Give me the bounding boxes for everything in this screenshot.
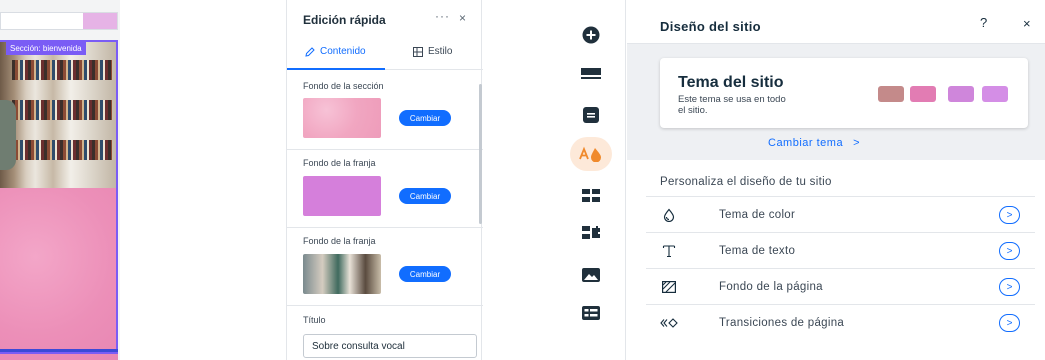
help-icon[interactable]: ? <box>980 15 987 30</box>
option-label: Tema de texto <box>719 245 796 257</box>
quick-edit-content: Fondo de la sección Cambiar Fondo de la … <box>287 72 483 360</box>
pages-button[interactable] <box>570 98 612 132</box>
quick-edit-panel: Edición rápida ··· × Contenido Estilo Fo… <box>286 0 483 360</box>
menus-button[interactable] <box>570 56 612 90</box>
more-options-icon[interactable]: ··· <box>435 9 450 23</box>
close-icon[interactable]: × <box>1023 16 1031 31</box>
option-label: Transiciones de página <box>719 317 845 329</box>
section-selection-frame <box>0 40 118 354</box>
droplet-icon <box>660 207 678 223</box>
apps-button[interactable] <box>570 179 612 213</box>
puzzle-icon <box>582 226 600 239</box>
customize-heading: Personaliza el diseño de tu sitio <box>660 176 832 188</box>
title-field-label: Título <box>303 315 326 325</box>
theme-name: Tema del sitio <box>678 74 784 91</box>
chevron-right-icon[interactable]: > <box>999 278 1020 296</box>
setting-label: Fondo de la franja <box>303 236 376 246</box>
theme-paint-icon <box>579 146 601 162</box>
close-icon[interactable]: × <box>459 11 466 25</box>
option-color-theme[interactable]: Tema de color > <box>646 196 1035 232</box>
quick-edit-header: Edición rápida ··· × <box>287 0 483 38</box>
option-page-transitions[interactable]: Transiciones de página > <box>646 304 1035 340</box>
page-background-icon <box>660 279 678 295</box>
change-button[interactable]: Cambiar <box>399 110 451 126</box>
transitions-icon <box>660 315 678 331</box>
design-options-list: Tema de color > Tema de texto > Fondo de… <box>646 196 1035 340</box>
panel-title: Diseño del sitio <box>660 19 761 34</box>
option-label: Tema de color <box>719 209 796 221</box>
tab-contenido[interactable]: Contenido <box>305 46 366 57</box>
layout-icon <box>413 46 423 57</box>
table-icon <box>582 306 600 320</box>
theme-description: Este tema se usa en todo el sitio. <box>678 94 786 116</box>
chevron-right-icon[interactable]: > <box>999 206 1020 224</box>
chevron-right-icon[interactable]: > <box>999 242 1020 260</box>
text-icon <box>660 243 678 259</box>
strip-background-setting: Fondo de la franja Cambiar <box>287 150 483 228</box>
editor-screen: Sección: bienvenida Edición rápida ··· ×… <box>0 0 1045 360</box>
business-tools-button[interactable] <box>570 216 612 250</box>
setting-label: Fondo de la franja <box>303 158 376 168</box>
site-design-header: Diseño del sitio ? × <box>627 0 1045 44</box>
title-input[interactable]: Sobre consulta vocal <box>303 334 477 358</box>
section-background-setting: Fondo de la sección Cambiar <box>287 72 483 150</box>
tool-rail <box>556 0 626 360</box>
change-theme-link[interactable]: Cambiar tema > <box>768 137 860 149</box>
theme-color-swatch <box>910 86 936 102</box>
quick-edit-title: Edición rápida <box>303 13 386 27</box>
scrollbar[interactable] <box>479 84 482 224</box>
option-page-background[interactable]: Fondo de la página > <box>646 268 1035 304</box>
menu-lines-icon <box>581 68 601 79</box>
section-bottom-edge <box>0 349 118 352</box>
theme-color-swatch <box>982 86 1008 102</box>
theme-color-swatch <box>878 86 904 102</box>
active-tab-indicator <box>287 68 385 70</box>
site-theme-card[interactable]: Tema del sitio Este tema se usa en todo … <box>660 58 1028 128</box>
cms-button[interactable] <box>570 296 612 330</box>
pencil-icon <box>305 46 315 57</box>
background-preview[interactable] <box>303 176 381 216</box>
section-badge[interactable]: Sección: bienvenida <box>6 42 86 55</box>
site-design-button[interactable] <box>570 137 612 171</box>
media-button[interactable] <box>570 258 612 292</box>
apps-grid-icon <box>582 189 600 202</box>
tab-estilo[interactable]: Estilo <box>413 46 452 57</box>
header-element[interactable] <box>83 13 117 29</box>
tab-estilo-label: Estilo <box>428 46 453 57</box>
background-preview[interactable] <box>303 254 381 294</box>
page-icon <box>583 107 599 123</box>
header-strip[interactable] <box>0 12 118 30</box>
site-canvas[interactable]: Sección: bienvenida <box>0 0 120 360</box>
option-text-theme[interactable]: Tema de texto > <box>646 232 1035 268</box>
chevron-right-icon: > <box>853 137 861 149</box>
quick-edit-tabs: Contenido Estilo <box>287 40 483 70</box>
theme-color-swatch <box>948 86 974 102</box>
add-elements-button[interactable] <box>570 18 612 52</box>
option-label: Fondo de la página <box>719 281 823 293</box>
strip-background-setting: Fondo de la franja Cambiar <box>287 228 483 306</box>
change-button[interactable]: Cambiar <box>399 266 451 282</box>
media-icon <box>582 268 600 282</box>
background-preview[interactable] <box>303 98 381 138</box>
chevron-right-icon[interactable]: > <box>999 314 1020 332</box>
change-theme-label: Cambiar tema <box>768 137 844 149</box>
change-button[interactable]: Cambiar <box>399 188 451 204</box>
setting-label: Fondo de la sección <box>303 81 384 91</box>
add-icon <box>582 26 600 44</box>
tab-contenido-label: Contenido <box>320 46 366 57</box>
site-design-panel: Diseño del sitio ? × Tema del sitio Este… <box>627 0 1045 360</box>
